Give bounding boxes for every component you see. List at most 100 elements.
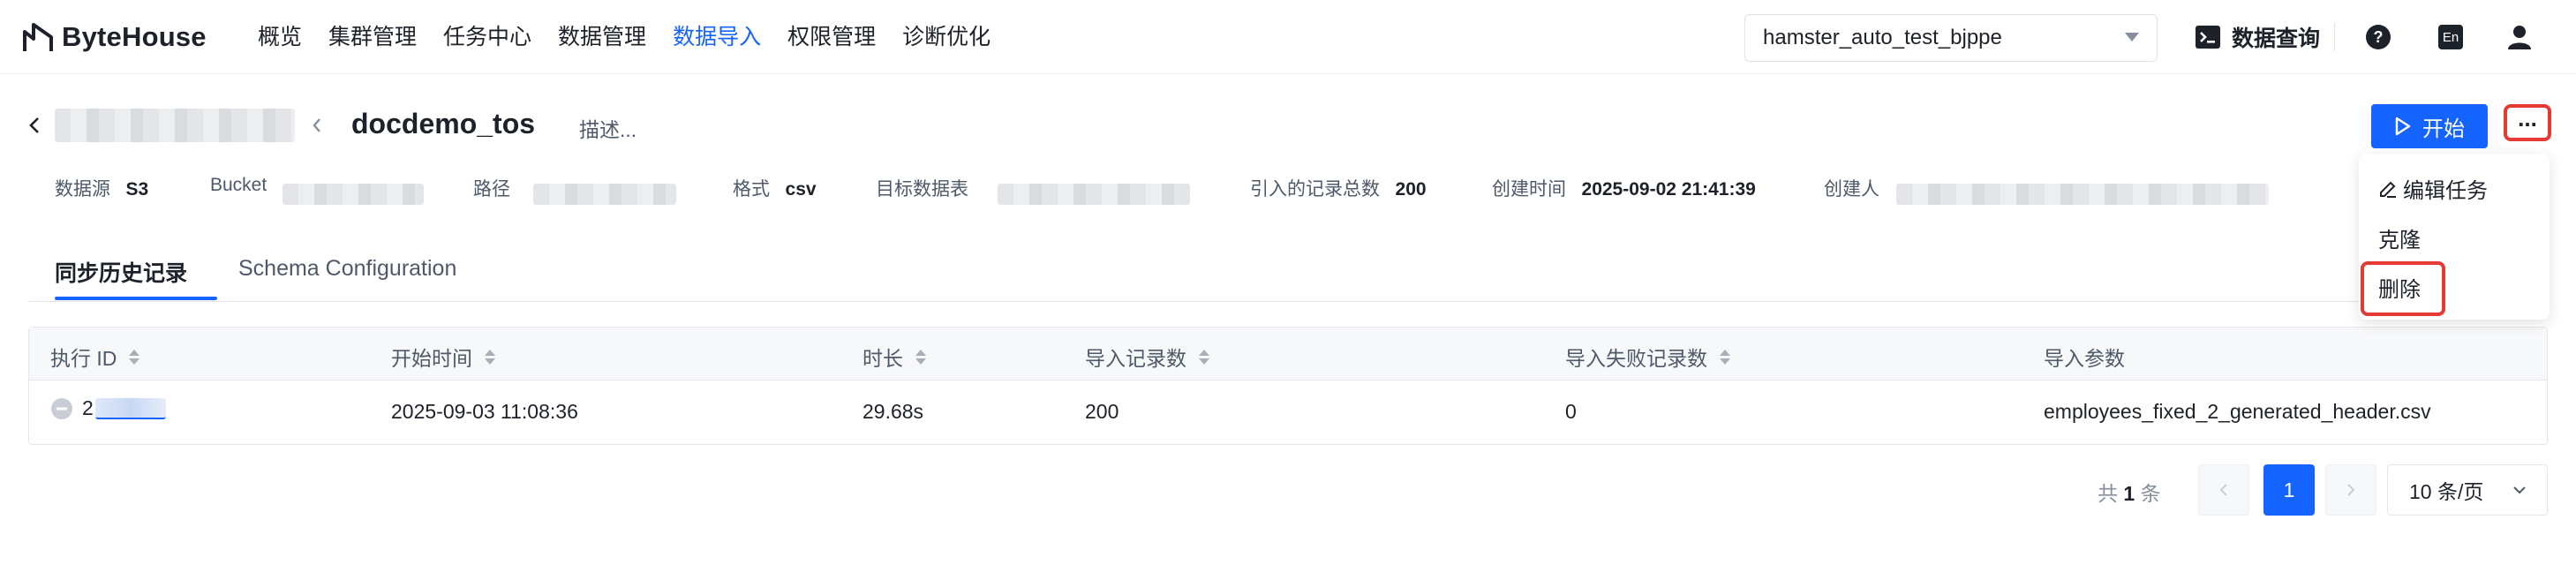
meta-source: 数据源 S3 (55, 175, 148, 201)
meta-target-table: 目标数据表 (876, 175, 968, 201)
chevron-right-icon (2347, 484, 2355, 496)
records-value: 200 (1395, 179, 1427, 200)
database-select[interactable]: hamster_auto_test_bjppe (1744, 14, 2158, 62)
caret-down-icon (2125, 33, 2139, 41)
task-title: docdemo_tos (351, 108, 536, 139)
cell-duration: 29.68s (862, 400, 924, 423)
brand-name: ByteHouse (62, 21, 207, 52)
cell-params: employees_fixed_2_generated_header.csv (2044, 400, 2431, 423)
more-actions-button[interactable]: ... (2504, 104, 2551, 141)
meta-path: 路径 (473, 175, 510, 201)
table-header: 执行 ID 开始时间 时长 导入记录数 导入失败记录数 导入参数 (29, 328, 2547, 380)
column-label: 执行 ID (50, 347, 117, 370)
user-avatar-icon[interactable] (2504, 21, 2535, 53)
page-size-select[interactable]: 10 条/页 (2387, 464, 2548, 516)
svg-text:?: ? (2374, 28, 2384, 46)
total-suffix: 条 (2140, 482, 2161, 505)
terminal-icon (2196, 26, 2220, 49)
tab-schema-configuration[interactable]: Schema Configuration (238, 256, 456, 282)
blurred-task-path (55, 109, 295, 142)
nav-item-cluster[interactable]: 集群管理 (328, 21, 417, 53)
edit-task-label: 编辑任务 (2403, 179, 2488, 203)
language-switch-icon[interactable]: En (2435, 21, 2467, 53)
sort-icon[interactable] (129, 349, 140, 365)
chevron-left-icon[interactable] (309, 115, 325, 136)
sort-icon[interactable] (1720, 349, 1730, 365)
data-query-label: 数据查询 (2232, 26, 2321, 51)
back-arrow-icon[interactable] (26, 115, 42, 136)
top-navigation-bar: ByteHouse 概览 集群管理 任务中心 数据管理 数据导入 权限管理 诊断… (0, 0, 2576, 74)
start-label: 开始 (2422, 117, 2465, 141)
cell-id: 2 (50, 396, 166, 420)
source-label: 数据源 (55, 179, 110, 200)
column-label: 时长 (862, 347, 903, 370)
column-header-imported[interactable]: 导入记录数 (1085, 342, 1209, 372)
sort-icon[interactable] (915, 349, 926, 365)
column-label: 导入参数 (2044, 347, 2125, 370)
database-select-value: hamster_auto_test_bjppe (1763, 26, 2002, 49)
blurred-creator-value (1896, 184, 2269, 205)
meta-created-time: 创建时间 2025-09-02 21:41:39 (1492, 175, 1756, 201)
divider (2334, 23, 2335, 51)
column-label: 导入失败记录数 (1565, 347, 1707, 370)
path-label: 路径 (473, 179, 510, 200)
column-header-id[interactable]: 执行 ID (50, 342, 140, 372)
nav-item-import[interactable]: 数据导入 (673, 21, 761, 53)
creator-label: 创建人 (1824, 179, 1879, 200)
format-label: 格式 (733, 179, 770, 200)
menu-item-clone[interactable]: 克隆 (2378, 222, 2421, 253)
menu-item-edit-task[interactable]: 编辑任务 (2378, 173, 2488, 204)
prev-page-button[interactable] (2198, 464, 2249, 516)
nav-item-diagnostics[interactable]: 诊断优化 (902, 21, 990, 53)
page-button-current[interactable]: 1 (2263, 464, 2315, 516)
nav-item-permissions[interactable]: 权限管理 (787, 21, 876, 53)
more-icon: ... (2518, 105, 2537, 132)
bytehouse-logo[interactable]: ByteHouse (21, 19, 207, 55)
total-prefix: 共 (2098, 482, 2118, 505)
execution-id[interactable]: 2 (82, 396, 94, 420)
help-icon[interactable]: ? (2362, 21, 2394, 53)
column-header-duration[interactable]: 时长 (862, 342, 926, 372)
status-icon (51, 397, 72, 419)
meta-creator: 创建人 (1824, 175, 1879, 201)
cell-start-time: 2025-09-03 11:08:36 (391, 400, 578, 423)
column-header-failed[interactable]: 导入失败记录数 (1565, 342, 1730, 372)
delete-highlight-box (2361, 261, 2445, 316)
chevron-left-icon (2219, 484, 2227, 496)
data-query-button[interactable]: 数据查询 (2195, 21, 2320, 53)
column-header-params: 导入参数 (2044, 342, 2125, 372)
page-size-value: 10 条/页 (2409, 480, 2484, 503)
sort-icon[interactable] (485, 349, 495, 365)
blurred-bucket-value (282, 184, 424, 205)
pagination-total: 共 1 条 (2098, 477, 2161, 507)
created-label: 创建时间 (1492, 179, 1566, 200)
edit-icon (2380, 181, 2396, 198)
source-value: S3 (125, 179, 149, 200)
records-label: 引入的记录总数 (1250, 179, 1380, 200)
target-table-label: 目标数据表 (876, 179, 968, 200)
column-label: 导入记录数 (1085, 347, 1186, 370)
column-label: 开始时间 (391, 347, 472, 370)
nav-item-data[interactable]: 数据管理 (558, 21, 646, 53)
tab-sync-history[interactable]: 同步历史记录 (55, 256, 187, 288)
cell-failed: 0 (1565, 400, 1577, 423)
next-page-button[interactable] (2325, 464, 2376, 516)
nav-item-overview[interactable]: 概览 (258, 21, 302, 53)
blurred-target-table (998, 184, 1190, 205)
tab-bar: 同步历史记录 Schema Configuration (28, 252, 2548, 302)
start-button[interactable]: 开始 (2371, 104, 2488, 148)
description-input[interactable]: 描述... (579, 113, 636, 143)
total-count: 1 (2123, 482, 2135, 505)
column-header-start-time[interactable]: 开始时间 (391, 342, 495, 372)
sort-icon[interactable] (1199, 349, 1209, 365)
meta-bucket: Bucket (210, 175, 267, 201)
format-value: csv (785, 179, 817, 200)
chevron-down-icon (2513, 486, 2526, 494)
meta-format: 格式 csv (733, 175, 817, 201)
breadcrumb (26, 101, 325, 150)
sync-history-table: 执行 ID 开始时间 时长 导入记录数 导入失败记录数 导入参数 2 2025-… (28, 327, 2548, 445)
nav-item-tasks[interactable]: 任务中心 (443, 21, 531, 53)
bucket-label: Bucket (210, 175, 267, 195)
blurred-execution-id[interactable] (94, 397, 166, 419)
table-row[interactable]: 2 2025-09-03 11:08:36 29.68s 200 0 emplo… (29, 380, 2547, 444)
